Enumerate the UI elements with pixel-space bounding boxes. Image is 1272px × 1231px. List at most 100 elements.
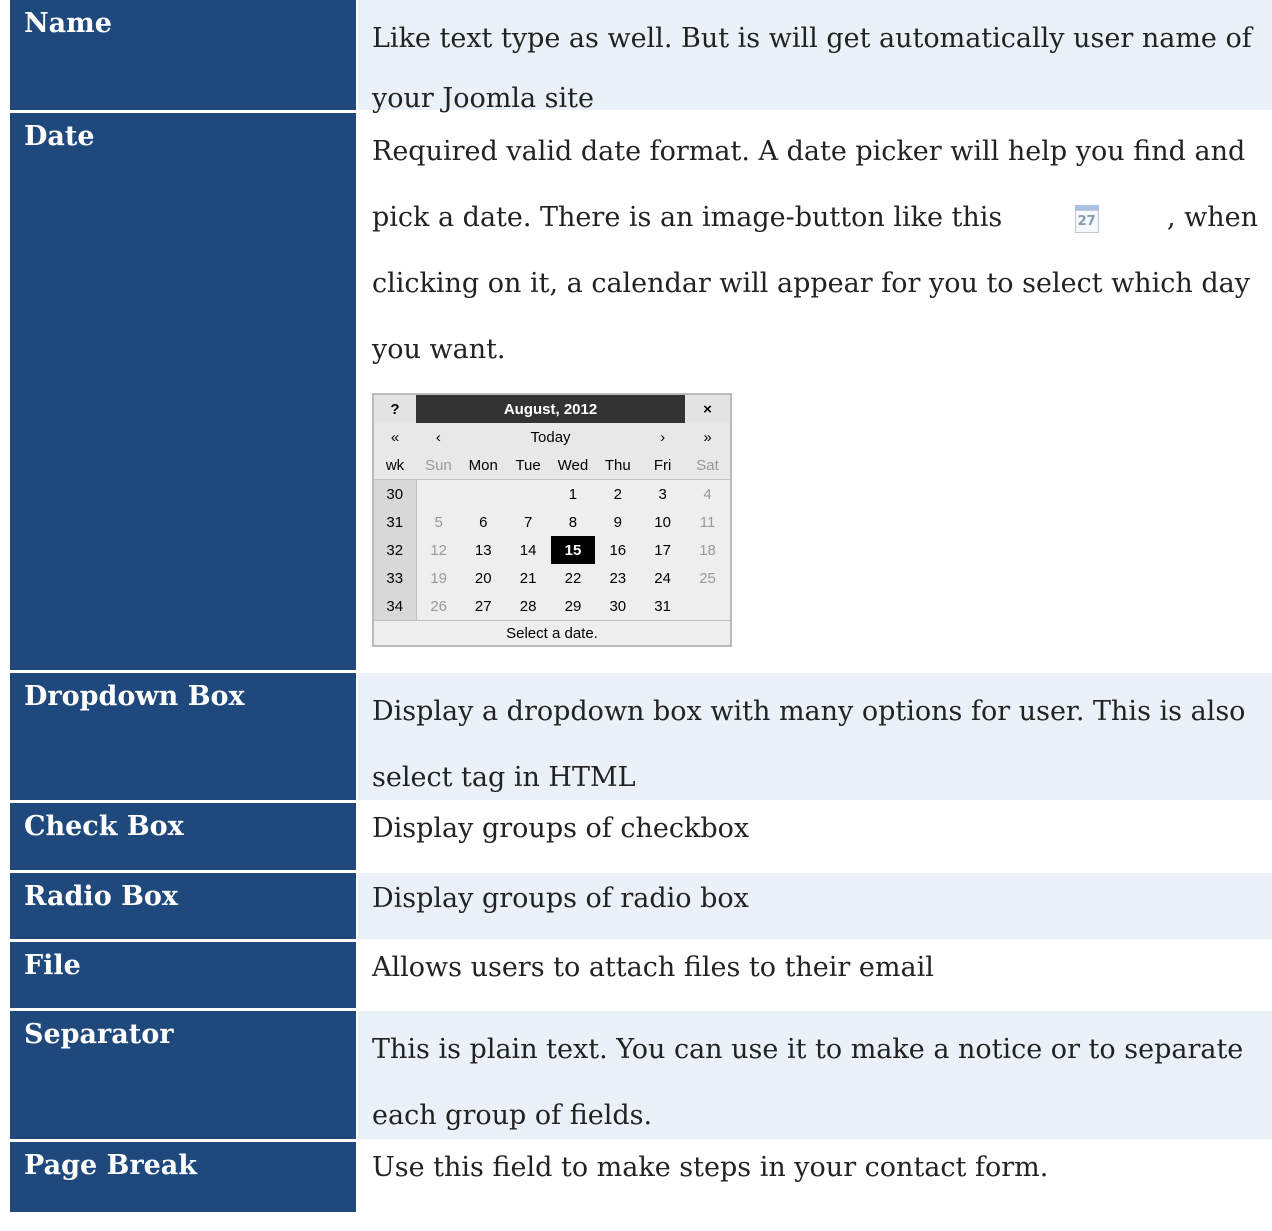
calendar-day[interactable]: 28 <box>506 592 551 621</box>
description-text: , when <box>1166 202 1258 233</box>
description-text: pick a date. There is an image-button li… <box>372 202 1003 233</box>
field-description: Use this field to make steps in your con… <box>358 1142 1272 1212</box>
field-description: This is plain text. You can use it to ma… <box>358 1011 1272 1139</box>
table-row: Separator This is plain text. You can us… <box>10 1011 1272 1142</box>
calendar-day <box>416 480 461 509</box>
calendar-day[interactable]: 25 <box>685 564 730 592</box>
field-description: Display groups of checkbox <box>358 803 1272 870</box>
calendar-day[interactable]: 23 <box>595 564 640 592</box>
table-row: Radio Box Display groups of radio box <box>10 873 1272 942</box>
close-button[interactable]: × <box>685 395 730 423</box>
calendar-day[interactable]: 19 <box>416 564 461 592</box>
description-line: Allows users to attach files to their em… <box>372 952 934 983</box>
description-line: each group of fields. <box>372 1100 653 1131</box>
status-text: Select a date. <box>374 620 730 645</box>
calendar-day[interactable]: 20 <box>461 564 506 592</box>
help-button[interactable]: ? <box>374 395 416 423</box>
calendar-day[interactable]: 22 <box>551 564 596 592</box>
calendar-day[interactable]: 6 <box>461 508 506 536</box>
calendar-day[interactable]: 13 <box>461 536 506 564</box>
calendar-week-row: 32 12 13 14 15 16 17 18 <box>374 536 730 564</box>
description-line: Use this field to make steps in your con… <box>372 1152 1049 1183</box>
description-line: pick a date. There is an image-button li… <box>372 185 1258 251</box>
calendar-day[interactable]: 2 <box>595 480 640 509</box>
calendar-day[interactable]: 29 <box>551 592 596 621</box>
calendar-day-selected[interactable]: 15 <box>550 536 596 564</box>
day-header: Sat <box>685 451 730 480</box>
day-header: Fri <box>640 451 686 480</box>
calendar-day[interactable]: 5 <box>416 508 461 536</box>
calendar-day <box>506 480 551 509</box>
calendar-day[interactable]: 16 <box>595 536 640 564</box>
field-name: Separator <box>10 1011 358 1139</box>
table-row: File Allows users to attach files to the… <box>10 942 1272 1011</box>
description-line: Display groups of checkbox <box>372 813 750 844</box>
calendar-day[interactable]: 21 <box>506 564 551 592</box>
day-header: Tue <box>505 451 551 480</box>
table-row: Page Break Use this field to make steps … <box>10 1142 1272 1212</box>
next-month-button[interactable]: › <box>640 423 686 451</box>
field-name: Radio Box <box>10 873 358 939</box>
calendar-grid: 30 1 2 3 4 31 5 6 7 8 9 10 11 32 12 13 14 15 16 17 18 33 19 20 2… <box>374 479 730 621</box>
calendar-day[interactable]: 11 <box>685 508 730 536</box>
calendar-day[interactable]: 1 <box>551 480 596 509</box>
date-picker: ? August, 2012 × « ‹ Today › » wk Sun Mo… <box>372 393 732 647</box>
calendar-day[interactable]: 17 <box>640 536 685 564</box>
description-line: Display a dropdown box with many options… <box>372 696 1246 727</box>
field-description: Display a dropdown box with many options… <box>358 673 1272 800</box>
description-line: you want. <box>372 334 506 365</box>
week-number: 34 <box>374 592 417 621</box>
day-header: Wed <box>550 451 596 480</box>
table-row: Dropdown Box Display a dropdown box with… <box>10 673 1272 803</box>
field-description: Required valid date format. A date picke… <box>358 113 1272 670</box>
calendar-day[interactable]: 18 <box>685 536 730 564</box>
day-header: Mon <box>460 451 506 480</box>
calendar-day[interactable]: 26 <box>416 592 461 621</box>
description-line: select tag in HTML <box>372 762 636 793</box>
calendar-day <box>685 592 730 621</box>
description-line: Required valid date format. A date picke… <box>372 136 1246 167</box>
calendar-icon-label: 27 <box>1074 210 1099 233</box>
calendar-week-row: 30 1 2 3 4 <box>374 479 730 509</box>
calendar-day[interactable]: 30 <box>595 592 640 621</box>
field-types-table: Name Like text type as well. But is will… <box>10 0 1272 1212</box>
calendar-day[interactable]: 10 <box>640 508 685 536</box>
prev-year-button[interactable]: « <box>374 423 416 451</box>
field-name: Check Box <box>10 803 358 870</box>
calendar-icon[interactable]: 27 <box>1073 203 1101 233</box>
calendar-day[interactable]: 3 <box>640 480 685 509</box>
calendar-day <box>461 480 506 509</box>
week-number: 32 <box>374 536 417 564</box>
day-header: Sun <box>416 451 461 480</box>
calendar-day[interactable]: 31 <box>640 592 685 621</box>
field-description: Allows users to attach files to their em… <box>358 942 1272 1008</box>
day-header: wk <box>374 451 416 480</box>
table-row: Date Required valid date format. A date … <box>10 113 1272 673</box>
calendar-day[interactable]: 14 <box>506 536 551 564</box>
calendar-day[interactable]: 27 <box>461 592 506 621</box>
calendar-day[interactable]: 12 <box>416 536 461 564</box>
calendar-week-row: 33 19 20 21 22 23 24 25 <box>374 564 730 592</box>
next-year-button[interactable]: » <box>685 423 730 451</box>
calendar-day[interactable]: 7 <box>506 508 551 536</box>
table-row: Check Box Display groups of checkbox <box>10 803 1272 873</box>
calendar-day[interactable]: 9 <box>595 508 640 536</box>
field-description: Like text type as well. But is will get … <box>358 0 1272 114</box>
prev-month-button[interactable]: ‹ <box>416 423 461 451</box>
field-name: File <box>10 942 358 1008</box>
table-row: Name Like text type as well. But is will… <box>10 0 1272 114</box>
calendar-day[interactable]: 4 <box>685 480 730 509</box>
field-name: Date <box>10 113 358 670</box>
description-line: This is plain text. You can use it to ma… <box>372 1034 1244 1065</box>
calendar-week-row: 31 5 6 7 8 9 10 11 <box>374 508 730 536</box>
week-number: 31 <box>374 508 417 536</box>
today-button[interactable]: Today <box>460 423 641 451</box>
week-number: 33 <box>374 564 417 592</box>
field-name: Page Break <box>10 1142 358 1212</box>
month-title: August, 2012 <box>416 395 686 423</box>
description-line: Display groups of radio box <box>372 883 749 914</box>
field-name: Dropdown Box <box>10 673 358 800</box>
calendar-week-row: 34 26 27 28 29 30 31 <box>374 592 730 621</box>
calendar-day[interactable]: 24 <box>640 564 685 592</box>
calendar-day[interactable]: 8 <box>551 508 596 536</box>
